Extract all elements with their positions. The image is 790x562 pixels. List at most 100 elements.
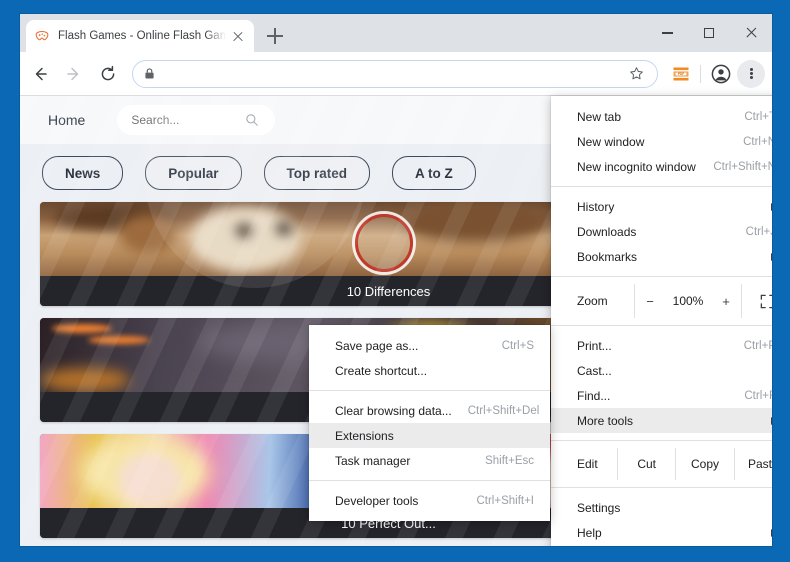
close-tab-icon[interactable] <box>230 28 246 44</box>
menu-item-cast[interactable]: Cast... <box>551 358 772 383</box>
zoom-percent: 100% <box>672 294 704 308</box>
menu-item-label: New tab <box>577 109 622 124</box>
chip-popular[interactable]: Popular <box>145 156 242 190</box>
menu-item-new-tab[interactable]: New tab Ctrl+T <box>551 104 772 129</box>
chevron-right-icon <box>771 202 772 211</box>
edit-paste-button[interactable]: Paste <box>733 448 772 480</box>
menu-item-label: Cast... <box>577 363 612 378</box>
menu-item-settings[interactable]: Settings <box>551 495 772 520</box>
edit-label: Edit <box>577 457 598 471</box>
browser-tab[interactable]: Flash Games - Online Flash Games <box>26 20 254 52</box>
submenu-item-save-page-as[interactable]: Save page as... Ctrl+S <box>309 333 550 358</box>
menu-separator <box>309 480 550 481</box>
watermark-circle-logo <box>355 214 413 272</box>
minimize-button[interactable] <box>646 14 688 52</box>
submenu-item-clear-browsing-data[interactable]: Clear browsing data... Ctrl+Shift+Del <box>309 398 550 423</box>
reload-icon[interactable] <box>94 60 122 88</box>
menu-item-accelerator: Ctrl+N <box>743 135 772 148</box>
menu-item-accelerator: Ctrl+S <box>501 339 534 352</box>
submenu-item-task-manager[interactable]: Task manager Shift+Esc <box>309 448 550 473</box>
menu-item-label: Task manager <box>335 453 411 468</box>
chip-top-rated[interactable]: Top rated <box>263 156 371 190</box>
menu-item-label: Settings <box>577 500 621 515</box>
menu-edit-row: Edit Cut Copy Paste <box>551 448 772 480</box>
menu-separator <box>551 186 772 187</box>
edit-copy-button[interactable]: Copy <box>675 448 733 480</box>
menu-item-downloads[interactable]: Downloads Ctrl+J <box>551 219 772 244</box>
more-tools-submenu: Save page as... Ctrl+S Create shortcut..… <box>309 325 550 521</box>
menu-item-label: New incognito window <box>577 159 696 174</box>
screenshot-root: Flash Games - Online Flash Games PDF Hom… <box>0 0 790 562</box>
menu-item-accelerator: Ctrl+P <box>743 339 772 352</box>
menu-item-label: Help <box>577 525 602 540</box>
maximize-button[interactable] <box>688 14 730 52</box>
menu-item-find[interactable]: Find... Ctrl+F <box>551 383 772 408</box>
chevron-right-icon <box>771 252 772 261</box>
svg-text:PDF: PDF <box>678 71 684 75</box>
submenu-item-developer-tools[interactable]: Developer tools Ctrl+Shift+I <box>309 488 550 513</box>
menu-item-label: Clear browsing data... <box>335 403 452 418</box>
forward-arrow-icon <box>60 60 88 88</box>
tab-strip: Flash Games - Online Flash Games <box>20 14 772 52</box>
zoom-out-button[interactable]: − <box>635 294 665 309</box>
back-arrow-icon[interactable] <box>26 60 54 88</box>
submenu-item-extensions[interactable]: Extensions <box>309 423 550 448</box>
menu-item-history[interactable]: History <box>551 194 772 219</box>
menu-separator <box>551 487 772 488</box>
menu-item-more-tools[interactable]: More tools <box>551 408 772 433</box>
lock-icon <box>143 67 156 80</box>
address-bar[interactable] <box>132 59 658 88</box>
search-input[interactable] <box>117 105 276 135</box>
window-controls <box>646 14 772 52</box>
menu-item-accelerator: Ctrl+J <box>745 225 772 238</box>
chevron-right-icon <box>771 416 772 425</box>
zoom-in-button[interactable]: + <box>711 294 741 309</box>
menu-separator <box>551 276 772 277</box>
zoom-label: Zoom <box>577 294 608 308</box>
nav-home-link[interactable]: Home <box>48 112 85 128</box>
menu-item-label: Downloads <box>577 224 637 239</box>
menu-item-label: Bookmarks <box>577 249 638 264</box>
menu-separator <box>551 440 772 441</box>
menu-item-accelerator: Ctrl+Shift+Del <box>467 404 540 417</box>
browser-toolbar: PDF <box>20 52 772 96</box>
three-dot-menu-icon[interactable] <box>737 59 765 88</box>
close-button[interactable] <box>730 14 772 52</box>
star-icon[interactable] <box>625 63 647 85</box>
menu-item-label: Developer tools <box>335 493 419 508</box>
menu-zoom-row: Zoom − 100% + <box>551 284 772 318</box>
toolbar-divider <box>700 64 701 83</box>
gamepad-icon <box>34 28 50 44</box>
menu-item-accelerator: Ctrl+Shift+N <box>713 160 772 173</box>
browser-window: Flash Games - Online Flash Games PDF Hom… <box>20 14 772 546</box>
menu-item-new-incognito-window[interactable]: New incognito window Ctrl+Shift+N <box>551 154 772 179</box>
tab-title: Flash Games - Online Flash Games <box>58 30 226 42</box>
search-field[interactable] <box>129 112 246 128</box>
pdf-extension-icon[interactable]: PDF <box>668 61 694 87</box>
menu-item-label: Save page as... <box>335 338 419 353</box>
new-tab-icon[interactable] <box>264 25 286 47</box>
chip-a-to-z[interactable]: A to Z <box>392 156 476 190</box>
menu-item-label: History <box>577 199 615 214</box>
menu-item-print[interactable]: Print... Ctrl+P <box>551 333 772 358</box>
menu-item-accelerator: Ctrl+T <box>744 110 772 123</box>
menu-item-accelerator: Shift+Esc <box>485 454 534 467</box>
menu-separator <box>551 325 772 326</box>
edit-cut-button[interactable]: Cut <box>617 448 675 480</box>
menu-item-label: Extensions <box>335 428 394 443</box>
menu-item-label: Print... <box>577 338 612 353</box>
menu-item-help[interactable]: Help <box>551 520 772 545</box>
menu-separator <box>309 390 550 391</box>
menu-item-label: More tools <box>577 413 634 428</box>
menu-item-bookmarks[interactable]: Bookmarks <box>551 244 772 269</box>
menu-item-label: New window <box>577 134 645 149</box>
chevron-right-icon <box>771 528 772 537</box>
menu-item-accelerator: Ctrl+Shift+I <box>476 494 534 507</box>
chip-news[interactable]: News <box>42 156 124 190</box>
fullscreen-icon[interactable] <box>741 284 772 318</box>
profile-avatar-icon[interactable] <box>707 60 735 88</box>
search-icon[interactable] <box>245 113 259 127</box>
submenu-item-create-shortcut[interactable]: Create shortcut... <box>309 358 550 383</box>
chrome-main-menu: New tab Ctrl+T New window Ctrl+N New inc… <box>551 96 772 546</box>
menu-item-new-window[interactable]: New window Ctrl+N <box>551 129 772 154</box>
